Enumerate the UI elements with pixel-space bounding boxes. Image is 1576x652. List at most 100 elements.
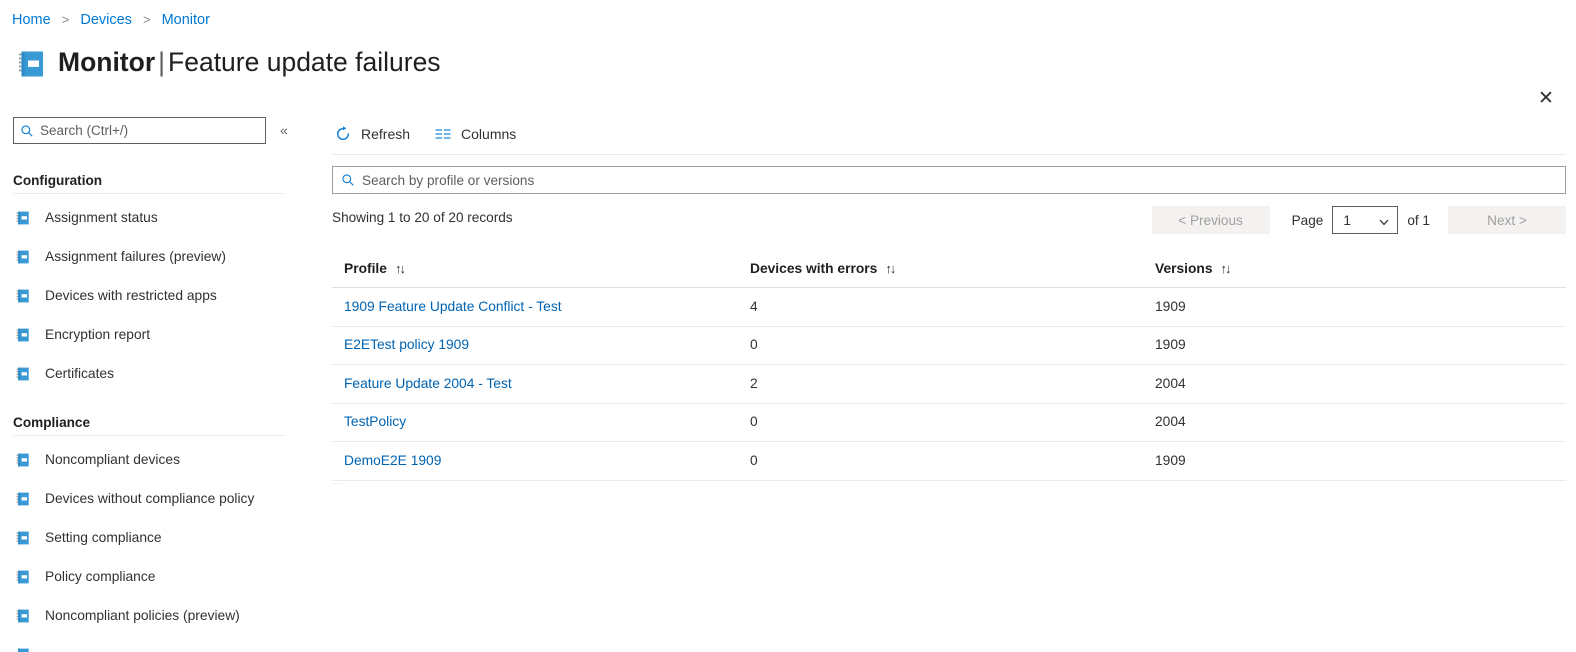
sidebar-item-encryption-report[interactable]: Encryption report bbox=[0, 315, 310, 354]
devices-with-errors-value: 0 bbox=[750, 452, 758, 468]
column-header-versions[interactable]: Versions ↑↓ bbox=[1155, 261, 1550, 276]
breadcrumb-separator: > bbox=[61, 12, 70, 27]
sidebar-item-label: Assignment failures (preview) bbox=[45, 249, 226, 264]
sidebar-item-noncompliant-policies[interactable]: Noncompliant policies (preview) bbox=[0, 596, 310, 635]
grid-search-input[interactable] bbox=[362, 172, 1557, 188]
columns-button[interactable]: Columns bbox=[432, 118, 526, 150]
column-header-devices-with-errors[interactable]: Devices with errors ↑↓ bbox=[750, 261, 1155, 276]
close-icon: ✕ bbox=[1538, 87, 1554, 109]
page-select-value: 1 bbox=[1343, 212, 1351, 228]
sidebar-item-noncompliant-devices[interactable]: Noncompliant devices bbox=[0, 440, 310, 479]
sidebar-item-devices-with-restricted-apps[interactable]: Devices with restricted apps bbox=[0, 276, 310, 315]
version-value: 1909 bbox=[1155, 337, 1186, 353]
version-value: 2004 bbox=[1155, 375, 1186, 391]
breadcrumb-item-devices[interactable]: Devices bbox=[80, 12, 132, 28]
breadcrumb-item-home[interactable]: Home bbox=[12, 12, 51, 28]
table-row[interactable]: Feature Update 2004 - Test 2 2004 bbox=[332, 365, 1566, 404]
next-page-label: Next > bbox=[1487, 212, 1527, 228]
sidebar-group-divider bbox=[13, 193, 284, 194]
sidebar-search-input[interactable] bbox=[40, 123, 259, 138]
column-header-label: Profile bbox=[344, 261, 387, 276]
page-title-primary: Monitor bbox=[58, 47, 156, 77]
results-table: Profile ↑↓ Devices with errors ↑↓ Versio… bbox=[332, 250, 1566, 481]
sidebar-item-assignment-failures[interactable]: Assignment failures (preview) bbox=[0, 237, 310, 276]
profile-link[interactable]: E2ETest policy 1909 bbox=[344, 337, 469, 352]
sidebar-item-certificates[interactable]: Certificates bbox=[0, 354, 310, 393]
sidebar-item-label: Certificates bbox=[45, 366, 115, 381]
chevron-down-icon bbox=[1378, 215, 1390, 227]
records-count-label: Showing 1 to 20 of 20 records bbox=[332, 210, 513, 225]
column-header-label: Devices with errors bbox=[750, 261, 878, 276]
profile-link[interactable]: DemoE2E 1909 bbox=[344, 453, 441, 468]
version-value: 2004 bbox=[1155, 414, 1186, 430]
profile-link[interactable]: 1909 Feature Update Conflict - Test bbox=[344, 299, 562, 314]
table-row[interactable]: 1909 Feature Update Conflict - Test 4 19… bbox=[332, 288, 1566, 327]
next-page-button[interactable]: Next > bbox=[1448, 206, 1566, 234]
page-title: Monitor | Feature update failures bbox=[58, 42, 441, 82]
devices-with-errors-value: 4 bbox=[750, 298, 758, 314]
sort-arrows-icon: ↑↓ bbox=[1220, 261, 1232, 276]
previous-page-button[interactable]: < Previous bbox=[1151, 206, 1270, 234]
main-content: Refresh Columns Search by profile or ver… bbox=[310, 108, 1576, 652]
pagination: < Previous Page 1 of 1 Next > bbox=[1151, 205, 1566, 235]
report-notebook-icon bbox=[16, 530, 32, 546]
sidebar-item-devices-without-compliance-policy[interactable]: Devices without compliance policy bbox=[0, 479, 310, 518]
report-notebook-icon bbox=[16, 608, 32, 624]
sidebar-item-label: Policy compliance bbox=[45, 569, 156, 584]
sidebar-group-divider bbox=[13, 435, 284, 436]
page-select[interactable]: 1 bbox=[1332, 206, 1399, 234]
sidebar-item-policy-compliance[interactable]: Policy compliance bbox=[0, 557, 310, 596]
table-row[interactable]: E2ETest policy 1909 0 1909 bbox=[332, 327, 1566, 365]
report-notebook-icon bbox=[16, 210, 32, 226]
version-value: 1909 bbox=[1155, 452, 1186, 468]
sidebar-search-row: « bbox=[0, 117, 310, 151]
profile-link[interactable]: TestPolicy bbox=[344, 414, 406, 429]
sidebar: « Configuration Assignment status bbox=[0, 108, 310, 652]
breadcrumb: Home > Devices > Monitor bbox=[12, 11, 210, 29]
profile-link[interactable]: Feature Update 2004 - Test bbox=[344, 376, 512, 391]
page-title-secondary: Feature update failures bbox=[168, 47, 441, 77]
sidebar-item-label: Noncompliant policies (preview) bbox=[45, 608, 240, 623]
sidebar-item-assignment-status[interactable]: Assignment status bbox=[0, 198, 310, 237]
refresh-button[interactable]: Refresh bbox=[332, 118, 420, 150]
page-label: Page bbox=[1291, 212, 1324, 228]
table-row[interactable]: DemoE2E 1909 0 1909 bbox=[332, 442, 1566, 481]
report-notebook-icon bbox=[16, 491, 32, 507]
report-notebook-icon bbox=[16, 569, 32, 585]
grid-search-box[interactable] bbox=[332, 166, 1566, 194]
refresh-icon bbox=[334, 125, 352, 143]
sidebar-item-label: Assignment status bbox=[45, 210, 158, 225]
table-header-row: Profile ↑↓ Devices with errors ↑↓ Versio… bbox=[332, 250, 1566, 288]
sidebar-item-label: Devices without compliance policy bbox=[45, 491, 255, 506]
column-header-profile[interactable]: Profile ↑↓ bbox=[332, 261, 750, 276]
sort-arrows-icon: ↑↓ bbox=[394, 261, 406, 276]
sidebar-item-clipped[interactable] bbox=[0, 635, 310, 652]
sidebar-item-label: Setting compliance bbox=[45, 530, 162, 545]
report-notebook-icon bbox=[16, 327, 32, 343]
table-row[interactable]: TestPolicy 0 2004 bbox=[332, 404, 1566, 442]
report-notebook-icon bbox=[16, 48, 48, 80]
sidebar-collapse-icon[interactable]: « bbox=[280, 120, 288, 140]
devices-with-errors-value: 0 bbox=[750, 337, 758, 353]
report-notebook-icon bbox=[16, 452, 32, 468]
sidebar-search-box[interactable] bbox=[13, 117, 266, 144]
page-title-separator: | bbox=[158, 47, 166, 77]
sidebar-item-setting-compliance[interactable]: Setting compliance bbox=[0, 518, 310, 557]
toolbar-divider bbox=[332, 154, 1566, 155]
command-bar: Refresh Columns bbox=[310, 114, 538, 154]
page-total-label: of 1 bbox=[1407, 212, 1430, 228]
report-notebook-icon bbox=[16, 647, 32, 652]
report-notebook-icon bbox=[16, 249, 32, 265]
search-icon bbox=[341, 173, 355, 187]
search-icon bbox=[20, 124, 34, 138]
sidebar-group-title-compliance: Compliance bbox=[13, 415, 91, 430]
refresh-label: Refresh bbox=[361, 126, 411, 142]
page-header: Monitor | Feature update failures ✕ bbox=[0, 38, 1576, 108]
columns-icon bbox=[434, 125, 452, 143]
breadcrumb-separator: > bbox=[142, 12, 151, 27]
devices-with-errors-value: 0 bbox=[750, 414, 758, 430]
sidebar-item-label: Devices with restricted apps bbox=[45, 288, 217, 303]
breadcrumb-item-monitor[interactable]: Monitor bbox=[162, 12, 210, 28]
previous-page-label: < Previous bbox=[1178, 212, 1243, 228]
columns-label: Columns bbox=[461, 126, 517, 142]
